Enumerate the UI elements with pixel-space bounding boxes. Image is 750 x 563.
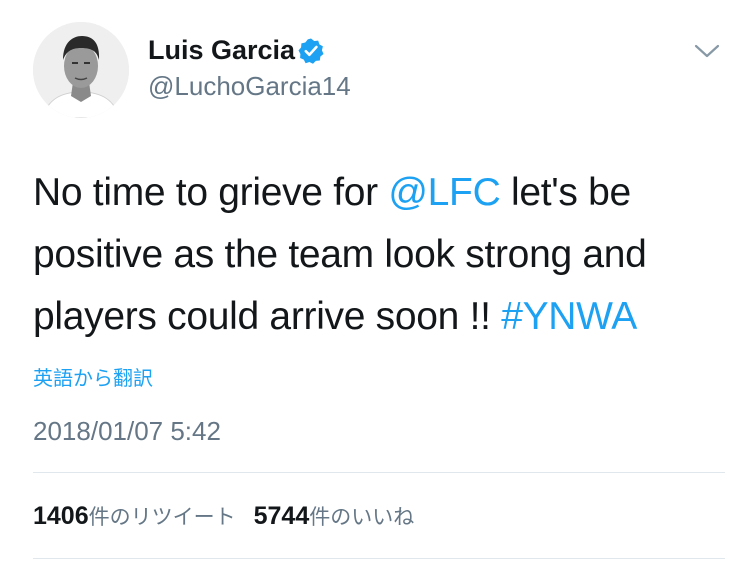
tweet-text: No time to grieve for @LFC let's be posi…: [33, 162, 723, 348]
translate-link[interactable]: 英語から翻訳: [33, 364, 153, 392]
timestamp[interactable]: 2018/01/07 5:42: [33, 415, 221, 447]
verified-badge-icon: [298, 38, 324, 64]
divider: [33, 558, 725, 559]
chevron-down-icon[interactable]: [692, 40, 722, 62]
avatar-photo: [33, 22, 129, 118]
engagement-stats: 1406 件のリツイート 5744 件のいいね: [33, 500, 414, 533]
tweet-card: Luis Garcia @LuchoGarcia14 No time to gr…: [0, 0, 750, 563]
avatar[interactable]: [33, 22, 129, 118]
retweets-stat[interactable]: 1406 件のリツイート: [33, 500, 236, 533]
tweet-text-part: No time to grieve for: [33, 171, 389, 214]
username[interactable]: @LuchoGarcia14: [148, 70, 351, 102]
mention-link[interactable]: @LFC: [388, 171, 500, 214]
hashtag-link[interactable]: #YNWA: [501, 295, 637, 338]
display-name[interactable]: Luis Garcia: [148, 34, 295, 66]
retweets-label: 件のリツイート: [88, 505, 236, 529]
likes-stat[interactable]: 5744 件のいいね: [254, 500, 415, 533]
retweets-count: 1406: [33, 502, 89, 530]
likes-label: 件のいいね: [309, 505, 415, 529]
divider: [33, 472, 725, 473]
likes-count: 5744: [253, 502, 310, 530]
